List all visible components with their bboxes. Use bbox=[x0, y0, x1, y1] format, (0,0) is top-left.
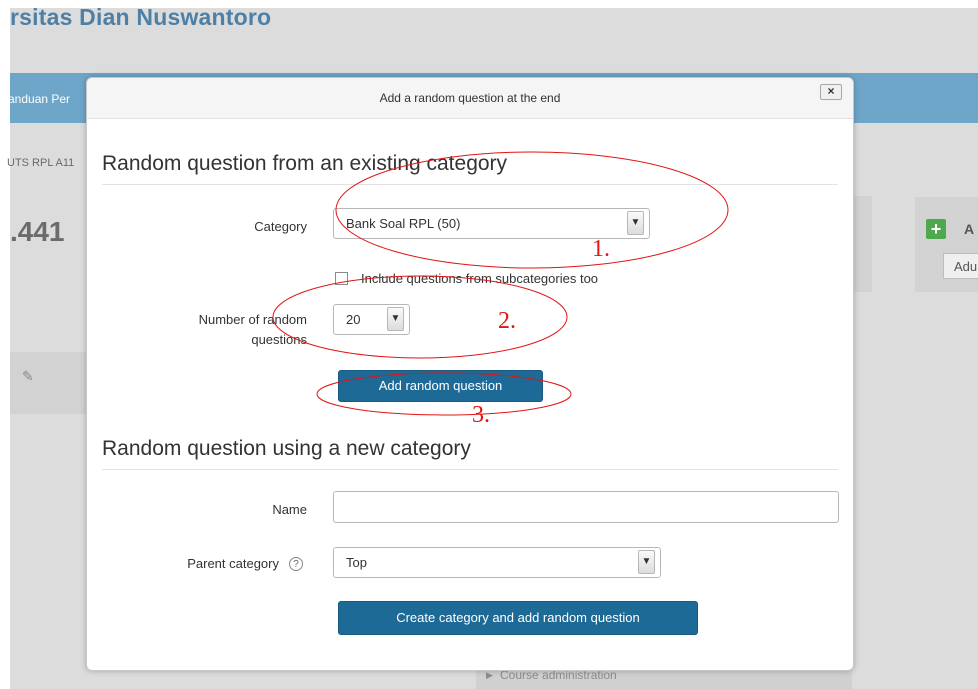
existing-category-heading: Random question from an existing categor… bbox=[102, 152, 508, 175]
pencil-icon[interactable]: ✎ bbox=[22, 368, 34, 385]
breadcrumb[interactable]: UTS RPL A11 bbox=[7, 157, 74, 169]
nav-link[interactable]: anduan Per bbox=[8, 92, 70, 106]
number-select[interactable]: 20 ▼ bbox=[333, 304, 410, 335]
random-question-dialog: Add a random question at the end × Rando… bbox=[86, 77, 854, 671]
parent-category-select[interactable]: Top ▼ bbox=[333, 547, 661, 578]
side-block-button[interactable]: Adu bbox=[943, 253, 978, 279]
site-title: rsitas Dian Nuswantoro bbox=[10, 4, 272, 30]
grade-text: .441 bbox=[10, 216, 65, 247]
annotation-label-2: 2. bbox=[498, 308, 516, 334]
plus-icon[interactable]: + bbox=[926, 219, 946, 239]
name-label: Name bbox=[272, 502, 307, 517]
annotation-label-3: 3. bbox=[472, 402, 490, 428]
close-button[interactable]: × bbox=[820, 84, 842, 100]
annotation-label-1: 1. bbox=[592, 236, 610, 262]
section-divider bbox=[102, 184, 838, 185]
caret-right-icon: ▶ bbox=[486, 670, 493, 680]
subcategories-checkbox[interactable] bbox=[335, 272, 348, 285]
dialog-header: Add a random question at the end × bbox=[87, 78, 853, 119]
chevron-down-icon: ▼ bbox=[387, 307, 404, 331]
add-random-question-button[interactable]: Add random question bbox=[338, 370, 543, 402]
number-label-line1: Number of random bbox=[198, 312, 307, 327]
chevron-down-icon: ▼ bbox=[627, 211, 644, 235]
category-select-value: Bank Soal RPL (50) bbox=[346, 216, 461, 231]
number-select-value: 20 bbox=[346, 312, 361, 327]
new-category-heading: Random question using a new category bbox=[102, 437, 471, 460]
create-category-button[interactable]: Create category and add random question bbox=[338, 601, 698, 635]
subcategories-label: Include questions from subcategories too bbox=[361, 271, 599, 286]
name-input[interactable] bbox=[333, 491, 839, 523]
help-icon[interactable]: ? bbox=[289, 557, 303, 571]
number-label-line2: questions bbox=[251, 332, 307, 347]
category-select[interactable]: Bank Soal RPL (50) ▼ bbox=[333, 208, 650, 239]
section-divider bbox=[102, 469, 838, 470]
parent-category-label: Parent category bbox=[187, 556, 279, 571]
category-label: Category bbox=[254, 219, 307, 234]
parent-category-value: Top bbox=[346, 555, 367, 570]
side-block-title: A bbox=[964, 221, 975, 237]
dialog-title: Add a random question at the end bbox=[379, 91, 561, 105]
chevron-down-icon: ▼ bbox=[638, 550, 655, 574]
content-card bbox=[852, 196, 872, 292]
